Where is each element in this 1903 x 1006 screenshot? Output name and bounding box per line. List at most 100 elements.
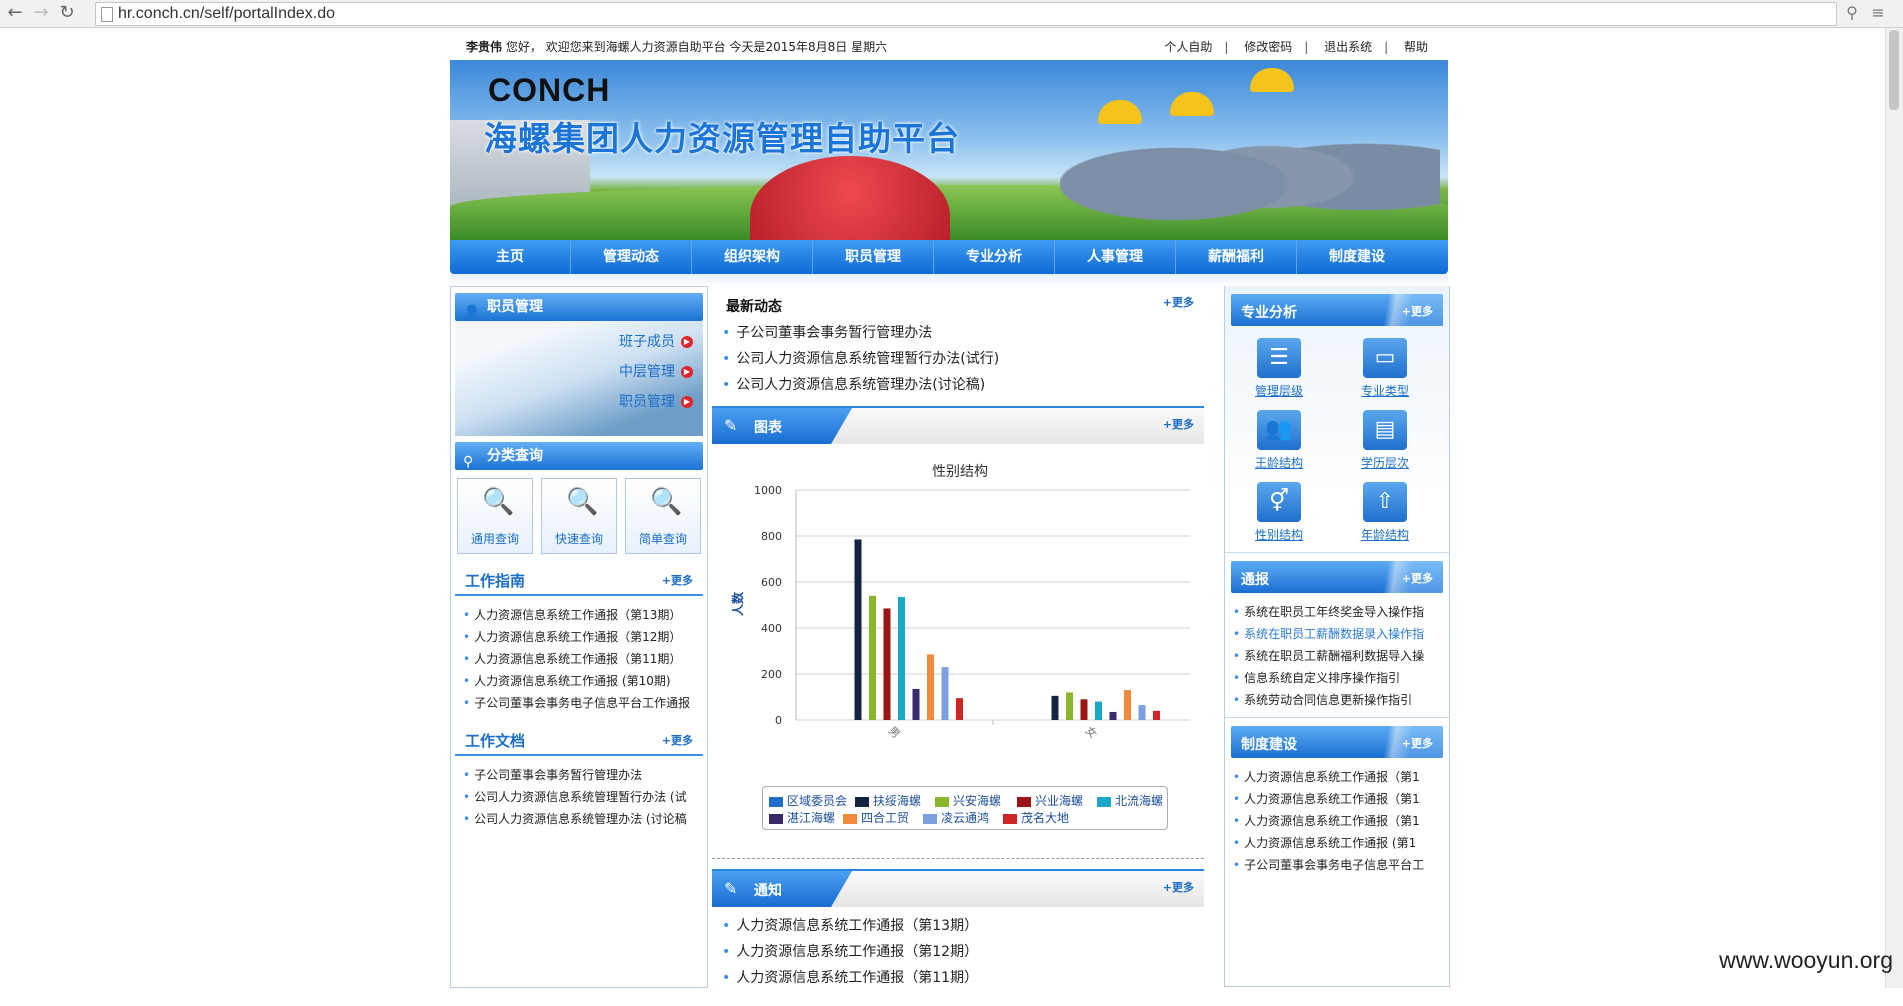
logout-link[interactable]: 退出系统: [1324, 40, 1372, 54]
pencil-icon: ✎: [724, 879, 738, 898]
monitor-icon: ▭: [1363, 338, 1407, 378]
gender-icon: ⚥: [1257, 482, 1301, 522]
legend-label: 兴业海螺: [1035, 794, 1084, 808]
list-item[interactable]: 人力资源信息系统工作通报（第1: [1233, 788, 1443, 810]
banner: CONCH 海螺集团人力资源管理自助平台: [450, 60, 1448, 240]
legend-item[interactable]: 茂名大地: [1003, 809, 1069, 826]
news-more-link[interactable]: +更多: [1163, 294, 1194, 310]
nav-home[interactable]: 主页: [450, 240, 571, 274]
report-more-link[interactable]: +更多: [1402, 570, 1433, 586]
scrollbar-thumb[interactable]: [1889, 30, 1899, 110]
team-members-link[interactable]: 班子成员 ▶: [619, 331, 693, 351]
news-header: 最新动态 +更多: [712, 286, 1204, 320]
legend-item[interactable]: 凌云通鸿: [923, 809, 989, 826]
page-icon: [101, 7, 113, 22]
news-item[interactable]: 子公司董事会事务暂行管理办法: [722, 320, 1204, 346]
list-item[interactable]: 人力资源信息系统工作通报（第12期）: [463, 626, 703, 648]
legend-item[interactable]: 湛江海螺: [769, 809, 835, 826]
news-item[interactable]: 公司人力资源信息系统管理办法(讨论稿): [722, 372, 1204, 398]
report-list: 系统在职员工年终奖金导入操作指 系统在职员工薪酬数据录入操作指 系统在职员工薪酬…: [1233, 601, 1443, 711]
legend-item[interactable]: 北流海螺: [1097, 792, 1163, 809]
guide-more-link[interactable]: +更多: [662, 572, 693, 588]
bar: [1153, 710, 1160, 720]
list-item[interactable]: 公司人力资源信息系统管理办法 (讨论稿: [463, 808, 703, 830]
scrollbar[interactable]: [1885, 28, 1903, 988]
nav-institution[interactable]: 制度建设: [1297, 240, 1417, 274]
divider: [712, 858, 1204, 859]
menu-icon[interactable]: ≡: [1868, 3, 1888, 23]
reload-icon[interactable]: ↻: [56, 2, 78, 24]
banner-title: 海螺集团人力资源管理自助平台: [484, 119, 960, 158]
back-icon[interactable]: ←: [4, 2, 26, 24]
server-icon: ☰: [1257, 338, 1301, 378]
list-item[interactable]: 人力资源信息系统工作通报 (第1: [1233, 832, 1443, 854]
chart-more-link[interactable]: +更多: [1163, 416, 1194, 432]
notice-tab[interactable]: ✎ 通知: [712, 871, 852, 907]
personal-self-service-link[interactable]: 个人自助: [1164, 40, 1212, 54]
list-item[interactable]: 人力资源信息系统工作通报（第11期）: [463, 648, 703, 670]
forward-icon[interactable]: →: [30, 2, 52, 24]
list-item[interactable]: 系统在职员工年终奖金导入操作指: [1233, 601, 1443, 623]
legend-label: 湛江海螺: [787, 811, 836, 825]
nav-personnel[interactable]: 人事管理: [1055, 240, 1176, 274]
help-link[interactable]: 帮助: [1404, 40, 1428, 54]
nav-management-news[interactable]: 管理动态: [571, 240, 692, 274]
docs-header: 工作文档 +更多: [455, 724, 703, 756]
nav-compensation[interactable]: 薪酬福利: [1176, 240, 1297, 274]
analysis-more-link[interactable]: +更多: [1402, 303, 1433, 319]
notice-item[interactable]: 人力资源信息系统工作通报（第13期）: [722, 913, 1204, 939]
gender-item[interactable]: ⚥ 性别结构: [1239, 482, 1319, 543]
arrow-right-icon: ▶: [681, 396, 693, 408]
chart-legend: 区域委员会 扶绥海螺 兴安海螺 兴业海螺 北流海螺湛江海螺 四合工贸 凌云通鸿 茂名大地: [762, 786, 1168, 830]
left-column: 👤 职员管理 班子成员 ▶ 中层管理 ▶ 职员管理 ▶ ⚲ 分类查询 🔍 通用查询 🔍 快…: [450, 286, 708, 988]
list-item[interactable]: 系统劳动合同信息更新操作指引: [1233, 689, 1443, 711]
list-item[interactable]: 人力资源信息系统工作通报（第1: [1233, 766, 1443, 788]
legend-label: 扶绥海螺: [873, 794, 922, 808]
list-item[interactable]: 系统在职员工薪酬数据录入操作指: [1233, 623, 1443, 645]
simple-query-button[interactable]: 🔍 简单查询: [625, 478, 701, 554]
quick-query-button[interactable]: 🔍 快速查询: [541, 478, 617, 554]
magnifier-icon: 🔍: [650, 487, 683, 517]
legend-item[interactable]: 扶绥海螺: [855, 792, 921, 809]
address-bar[interactable]: hr.conch.cn/self/portalIndex.do: [95, 2, 1837, 26]
legend-item[interactable]: 区域委员会: [769, 792, 847, 809]
change-password-link[interactable]: 修改密码: [1244, 40, 1292, 54]
watermark: www.wooyun.org: [1719, 947, 1893, 973]
search-icon: ⚲: [463, 454, 474, 470]
legend-item[interactable]: 兴安海螺: [935, 792, 1001, 809]
education-label: 学历层次: [1360, 456, 1409, 470]
list-item[interactable]: 公司人力资源信息系统管理暂行办法 (试: [463, 786, 703, 808]
notice-item[interactable]: 人力资源信息系统工作通报（第11期）: [722, 965, 1204, 991]
list-item[interactable]: 系统在职员工薪酬福利数据导入操: [1233, 645, 1443, 667]
education-item[interactable]: ▤ 学历层次: [1345, 410, 1425, 471]
nav-analysis[interactable]: 专业分析: [934, 240, 1055, 274]
nav-org-structure[interactable]: 组织架构: [692, 240, 813, 274]
list-item[interactable]: 子公司董事会事务暂行管理办法: [463, 764, 703, 786]
extension-icon[interactable]: ⚲: [1842, 3, 1862, 23]
legend-item[interactable]: 兴业海螺: [1017, 792, 1083, 809]
list-item[interactable]: 子公司董事会事务电子信息平台工: [1233, 854, 1443, 876]
list-item[interactable]: 人力资源信息系统工作通报（第13期）: [463, 604, 703, 626]
legend-item[interactable]: 四合工贸: [843, 809, 909, 826]
middle-management-link[interactable]: 中层管理 ▶: [619, 361, 693, 381]
list-item[interactable]: 子公司董事会事务电子信息平台工作通报: [463, 692, 703, 714]
system-more-link[interactable]: +更多: [1402, 735, 1433, 751]
staff-management-link[interactable]: 职员管理 ▶: [619, 391, 693, 411]
profession-type-item[interactable]: ▭ 专业类型: [1345, 338, 1425, 399]
chart-tab[interactable]: ✎ 图表: [712, 408, 852, 444]
list-item[interactable]: 人力资源信息系统工作通报（第1: [1233, 810, 1443, 832]
seniority-item[interactable]: 👥 王龄结构: [1239, 410, 1319, 471]
age-item[interactable]: ⇧ 年龄结构: [1345, 482, 1425, 543]
notice-item[interactable]: 人力资源信息系统工作通报（第12期）: [722, 939, 1204, 965]
list-item[interactable]: 人力资源信息系统工作通报 (第10期): [463, 670, 703, 692]
management-level-item[interactable]: ☰ 管理层级: [1239, 338, 1319, 399]
general-query-button[interactable]: 🔍 通用查询: [457, 478, 533, 554]
nav-staff-management[interactable]: 职员管理: [813, 240, 934, 274]
legend-swatch: [843, 813, 857, 824]
notice-more-link[interactable]: +更多: [1163, 879, 1194, 895]
list-item[interactable]: 信息系统自定义排序操作指引: [1233, 667, 1443, 689]
news-item[interactable]: 公司人力资源信息系统管理暂行办法(试行): [722, 346, 1204, 372]
bar: [1095, 701, 1102, 720]
docs-more-link[interactable]: +更多: [662, 732, 693, 748]
notice-header: ✎ 通知 +更多: [712, 869, 1204, 907]
